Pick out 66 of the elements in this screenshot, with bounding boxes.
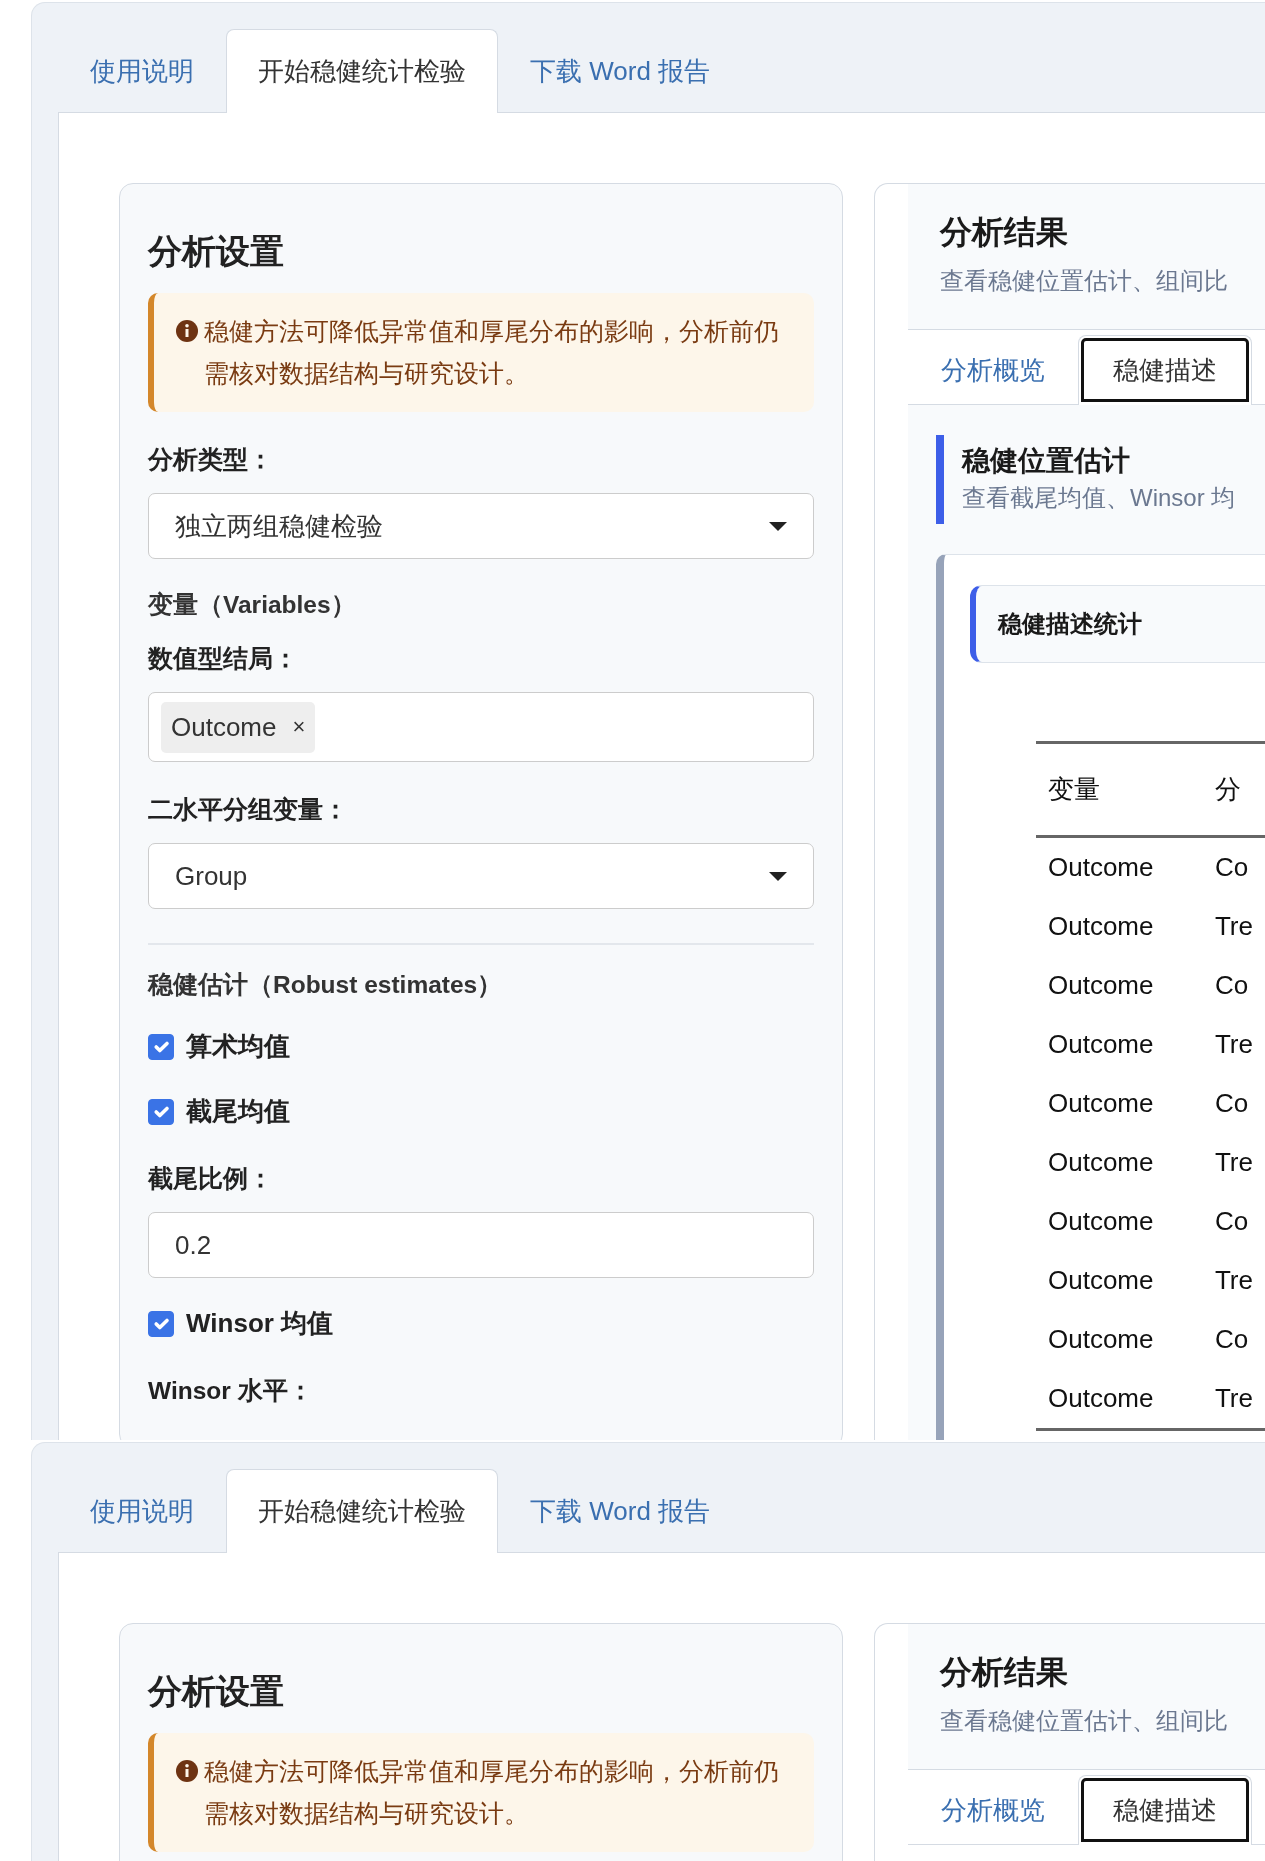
tab[interactable]: 使用说明 (58, 29, 226, 113)
remove-button[interactable]: × (292, 716, 306, 739)
table-cell-text: Co (1213, 1205, 1250, 1238)
card-title: 分析设置 (148, 231, 285, 272)
column-header: 分 (1202, 742, 1265, 837)
panel-title: 稳健描述统计 (970, 585, 1265, 663)
table-cell-text: Outcome (1047, 910, 1155, 943)
tab[interactable]: 使用说明 (58, 1469, 226, 1553)
section-subtitle: 查看截尾均值、Winsor 均 (962, 483, 1237, 513)
section-heading: 稳健估计（Robust estimates） (148, 970, 504, 1001)
table-cell-text: Co (1213, 1087, 1250, 1120)
alert-text: 稳健方法可降低异常值和厚尾分布的影响，分析前仍需核对数据结构与研究设计。 (204, 1757, 780, 1829)
caret-icon (769, 871, 787, 881)
tab[interactable]: 分析概览 (908, 334, 1078, 405)
column-header: 变量 (1036, 742, 1203, 837)
tab[interactable]: 下载 Word 报告 (498, 29, 743, 113)
table-cell-text: Outcome (1047, 1087, 1155, 1120)
field-label: 二水平分组变量： (148, 795, 349, 826)
table-cell-text: Tre (1213, 1146, 1254, 1179)
table-cell-text: Tre (1213, 910, 1254, 943)
field-label: 分析类型： (148, 445, 274, 476)
info-icon (176, 320, 198, 342)
multi-select-field[interactable]: Outcome × (148, 692, 814, 763)
card-title: 分析设置 (148, 1671, 285, 1712)
info-icon (176, 1760, 198, 1782)
caret-icon (769, 521, 787, 531)
checkbox-label: 算术均值 (186, 1030, 290, 1064)
checkbox[interactable] (148, 1310, 174, 1337)
field-label: 截尾比例： (148, 1164, 274, 1195)
tab[interactable]: 稳健描述 (1078, 1774, 1252, 1845)
checkbox-label: 截尾均值 (186, 1095, 290, 1129)
dropdown-select[interactable]: 独立两组稳健检验 (148, 493, 814, 560)
table-cell: Outcome (1036, 1369, 1203, 1430)
card-subtitle: 查看稳健位置估计、组间比 (940, 1705, 1229, 1736)
table-cell-text: Outcome (1047, 1146, 1155, 1179)
table-cell: Co (1202, 836, 1265, 897)
tab[interactable]: 开始稳健统计检验 (226, 1469, 498, 1553)
checkbox-label: Winsor 均值 (186, 1307, 334, 1341)
field-label: 数值型结局： (148, 644, 299, 675)
checkbox[interactable] (148, 1098, 174, 1125)
tab[interactable]: 下载 Word 报告 (498, 1469, 743, 1553)
card-subtitle: 查看稳健位置估计、组间比 (940, 265, 1229, 296)
table-cell-text: Outcome (1047, 1323, 1155, 1356)
table-cell-text: Tre (1213, 1264, 1254, 1297)
section-title: 稳健位置估计 (962, 443, 1131, 478)
tab[interactable]: 稳健描述 (1078, 334, 1252, 405)
tab[interactable]: 分析概览 (908, 1774, 1078, 1845)
checkbox[interactable] (148, 1033, 174, 1060)
tab[interactable]: 开始稳健统计检验 (226, 29, 498, 113)
table-cell-text: Outcome (1047, 1205, 1155, 1238)
table-cell-text: Outcome (1047, 1264, 1155, 1297)
dropdown-select[interactable]: Group (148, 843, 814, 910)
card-title: 分析结果 (940, 1653, 1069, 1692)
table-cell-text: Outcome (1047, 1028, 1155, 1061)
number-field[interactable]: 0.2 (148, 1212, 814, 1279)
table-cell-text: Co (1213, 969, 1250, 1002)
section-heading: 变量（Variables） (148, 590, 357, 621)
table-cell-text: Co (1213, 1323, 1250, 1356)
table-cell-text: Tre (1213, 1028, 1254, 1061)
table-cell: Outcome (1036, 836, 1203, 897)
card-title: 分析结果 (940, 213, 1069, 252)
alert-text: 稳健方法可降低异常值和厚尾分布的影响，分析前仍需核对数据结构与研究设计。 (204, 317, 780, 389)
field-label: Winsor 水平： (148, 1376, 314, 1407)
chip-label: Outcome (171, 710, 277, 744)
table-cell: Tre (1202, 1369, 1265, 1430)
table-cell-text: Outcome (1047, 969, 1155, 1002)
